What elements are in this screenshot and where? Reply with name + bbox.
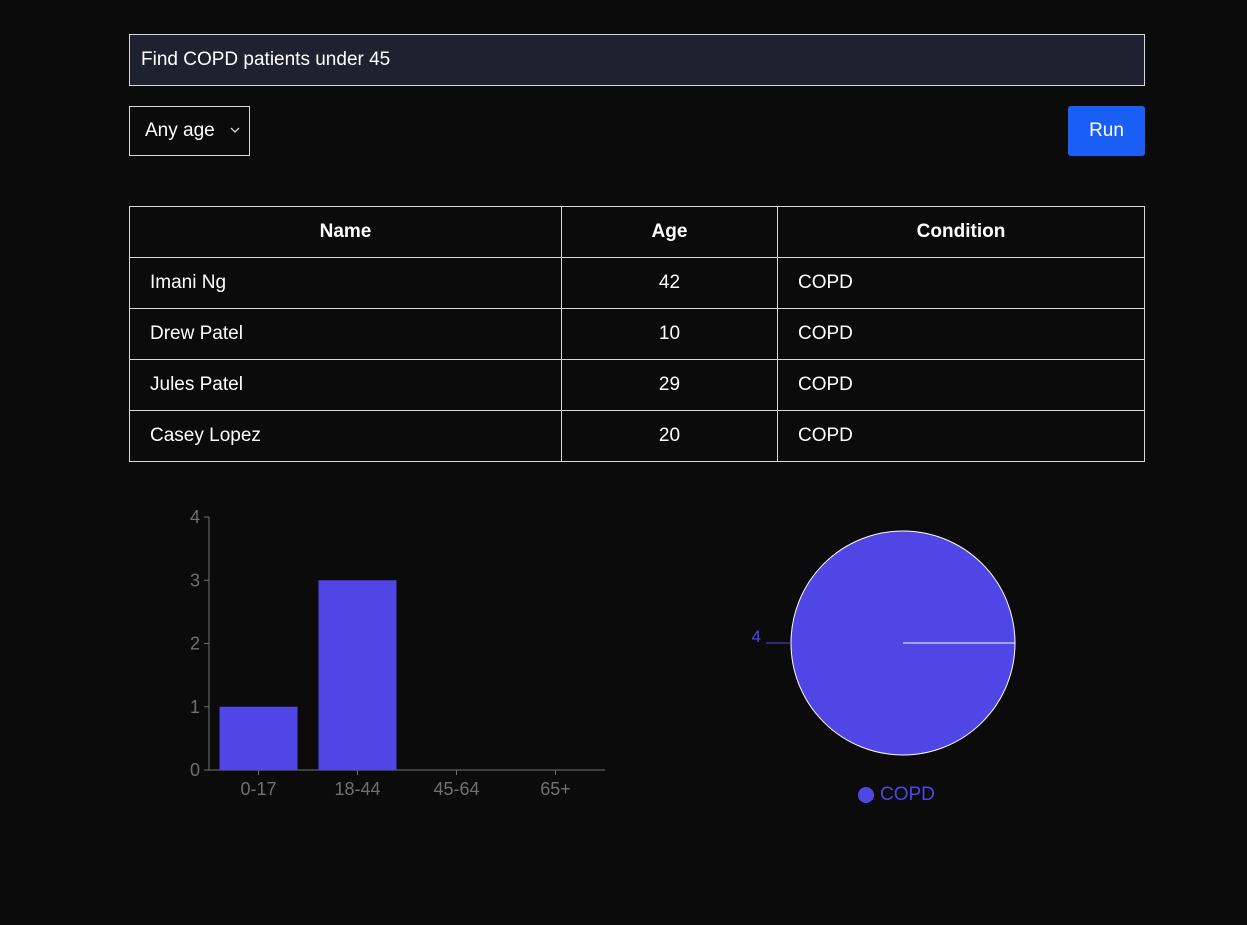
x-tick-label: 45-64 [433,779,479,799]
pie-value-label: 4 [752,627,761,646]
x-tick-label: 65+ [540,779,571,799]
y-tick-label: 4 [190,507,200,527]
bar-0-17[interactable] [219,706,298,770]
legend-marker [858,787,874,803]
legend-label: COPD [880,784,935,805]
y-tick-label: 3 [190,570,200,590]
y-tick-label: 0 [190,760,200,780]
charts-area: 0 1 2 3 4 0-17 18-44 45-64 65+ 4 COPD [0,0,1247,925]
x-tick-label: 0-17 [240,779,276,799]
age-bar-chart: 0 1 2 3 4 0-17 18-44 45-64 65+ 4 COPD [190,507,1016,805]
x-tick-label: 18-44 [334,779,380,799]
y-tick-label: 1 [190,697,200,717]
y-tick-label: 2 [190,634,200,654]
bar-18-44[interactable] [318,580,397,770]
